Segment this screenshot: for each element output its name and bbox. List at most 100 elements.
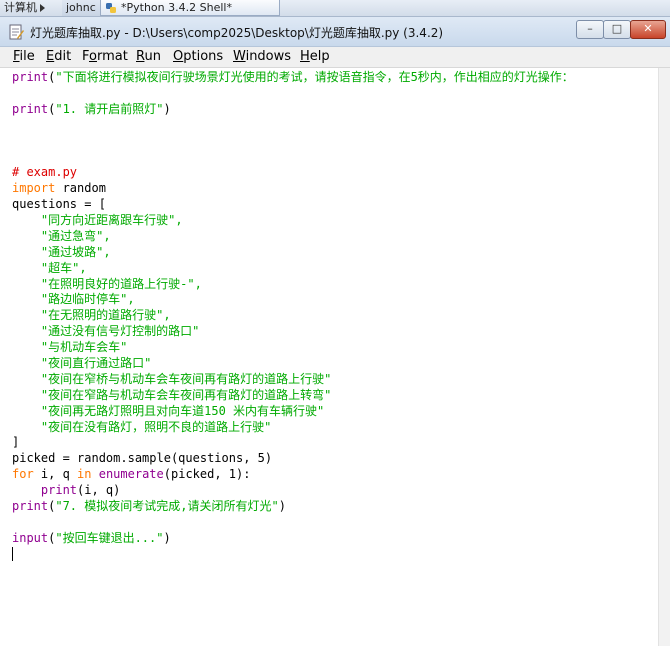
text-cursor xyxy=(12,547,13,562)
code-token-indent xyxy=(12,308,41,322)
questions-list: "同方向近距离跟车行驶", "通过急弯", "通过坡路", "超车", "在照明… xyxy=(12,213,574,435)
menu-format[interactable]: Format xyxy=(82,49,128,64)
code-line: print("7. 模拟夜间考试完成,请关闭所有灯光") xyxy=(12,499,574,515)
window-title: 灯光题库抽取.py - D:\Users\comp2025\Desktop\灯光… xyxy=(30,26,444,40)
question-line: "通过坡路", xyxy=(12,245,574,261)
code-token: (picked, 1): xyxy=(163,467,251,482)
minimize-button[interactable]: – xyxy=(576,20,604,39)
code-token: i, q xyxy=(33,467,78,482)
menu-run[interactable]: Run xyxy=(136,49,161,64)
menu-windows-label: indows xyxy=(245,49,292,64)
code-token-indent xyxy=(12,213,41,227)
code-token-indent xyxy=(12,483,41,497)
menu-help[interactable]: Help xyxy=(300,49,330,64)
code-token-keyword: for xyxy=(12,467,34,482)
taskbar: 计算机 johnc *Python 3.4.2 Shell* xyxy=(0,0,670,17)
question-line: "夜间在窄桥与机动车会车夜间再有路灯的道路上行驶" xyxy=(12,372,574,388)
code-token-string: "1. 请开启前照灯" xyxy=(55,101,164,116)
code-text[interactable]: print("下面将进行模拟夜间行驶场景灯光使用的考试，请按语音指令，在5秒内，… xyxy=(12,70,574,563)
code-token: ) xyxy=(278,499,286,514)
question-line: "夜间再无路灯照明且对向车道150 米内有车辆行驶" xyxy=(12,404,574,420)
code-token-builtin: input xyxy=(12,530,49,545)
code-line: import random xyxy=(12,181,574,197)
question-line: "通过急弯", xyxy=(12,229,574,245)
code-token-string: "通过急弯", xyxy=(40,228,111,243)
menu-file-label: ile xyxy=(19,49,35,64)
code-token-string: "同方向近距离跟车行驶", xyxy=(40,213,183,228)
file-edit-icon xyxy=(9,24,24,40)
menu-format-prefix: F xyxy=(82,49,90,64)
code-line: questions = [ xyxy=(12,197,106,212)
menu-options[interactable]: Options xyxy=(173,49,223,64)
menu-edit-mnemonic: E xyxy=(46,49,55,64)
menu-windows[interactable]: Windows xyxy=(233,49,291,64)
code-line: # exam.py xyxy=(12,165,574,181)
vertical-scrollbar[interactable] xyxy=(658,68,670,646)
code-token-indent xyxy=(12,356,41,370)
code-line: picked = random.sample(questions, 5) xyxy=(12,451,273,466)
question-line: "夜间在窄路与机动车会车夜间再有路灯的道路上转弯" xyxy=(12,388,574,404)
code-token-string: "通过没有信号灯控制的路口" xyxy=(40,324,200,339)
question-line: "通过没有信号灯控制的路口" xyxy=(12,324,574,340)
code-token-builtin: print xyxy=(12,101,49,116)
code-token-comment: # exam.py xyxy=(12,165,78,180)
code-token-string: "按回车键退出..." xyxy=(55,530,164,545)
code-token-keyword: import xyxy=(12,181,56,196)
code-line-cursor xyxy=(12,547,574,563)
maximize-button[interactable]: □ xyxy=(603,20,631,39)
code-token-builtin: print xyxy=(12,499,49,514)
code-line: for i, q in enumerate(picked, 1): xyxy=(12,467,574,483)
close-button[interactable]: ✕ xyxy=(630,20,666,39)
code-token-string: "夜间直行通过路口" xyxy=(40,356,152,371)
python-icon xyxy=(106,3,116,13)
menu-bar: File Edit Format Run Options Windows Hel… xyxy=(0,47,670,68)
question-line: "在无照明的道路行驶", xyxy=(12,308,574,324)
code-token-string: "与机动车会车" xyxy=(40,340,128,355)
code-token-string: "夜间在窄桥与机动车会车夜间再有路灯的道路上行驶" xyxy=(40,371,332,386)
code-token: random xyxy=(55,181,106,196)
taskbar-item-python-shell-label: *Python 3.4.2 Shell* xyxy=(121,1,232,14)
menu-options-label: ptions xyxy=(183,49,224,64)
code-token-string: "7. 模拟夜间考试完成,请关闭所有灯光" xyxy=(55,499,279,514)
code-editor[interactable]: print("下面将进行模拟夜间行驶场景灯光使用的考试，请按语音指令，在5秒内，… xyxy=(0,68,658,646)
code-token-string: "在无照明的道路行驶", xyxy=(40,308,171,323)
code-line: print(i, q) xyxy=(12,483,574,499)
code-token-keyword: in xyxy=(77,467,92,482)
menu-file[interactable]: File xyxy=(13,49,35,64)
menu-windows-mnemonic: W xyxy=(233,49,246,64)
code-token-indent xyxy=(12,277,41,291)
code-token-string: "夜间再无路灯照明且对向车道150 米内有车辆行驶" xyxy=(40,403,325,418)
code-token-indent xyxy=(12,372,41,386)
code-token-builtin: enumerate xyxy=(98,467,164,482)
menu-help-label: elp xyxy=(309,49,330,64)
code-token-string: "夜间在窄路与机动车会车夜间再有路灯的道路上转弯" xyxy=(40,387,332,402)
taskbar-item-python-shell[interactable]: *Python 3.4.2 Shell* xyxy=(100,0,280,16)
breadcrumb-arrow-icon xyxy=(40,4,45,12)
code-token-indent xyxy=(12,261,41,275)
question-line: "与机动车会车" xyxy=(12,340,574,356)
code-token-indent xyxy=(12,245,41,259)
taskbar-item-folder[interactable]: johnc xyxy=(62,0,104,16)
code-token-indent xyxy=(12,324,41,338)
question-line: "同方向近距离跟车行驶", xyxy=(12,213,574,229)
code-line: print("下面将进行模拟夜间行驶场景灯光使用的考试，请按语音指令，在5秒内，… xyxy=(12,70,574,86)
menu-help-mnemonic: H xyxy=(300,49,310,64)
code-token-builtin: print xyxy=(12,70,49,84)
taskbar-item-computer[interactable]: 计算机 xyxy=(0,0,64,16)
window-titlebar[interactable]: 灯光题库抽取.py - D:\Users\comp2025\Desktop\灯光… xyxy=(0,17,670,47)
code-token-string: "通过坡路", xyxy=(40,244,111,259)
code-token-string: "下面将进行模拟夜间行驶场景灯光使用的考试，请按语音指令，在5秒内，作出相应的灯… xyxy=(55,70,574,84)
taskbar-item-computer-label: 计算机 xyxy=(4,1,37,14)
menu-format-mnemonic: o xyxy=(89,49,97,64)
menu-edit[interactable]: Edit xyxy=(46,49,71,64)
question-line: "夜间直行通过路口" xyxy=(12,356,574,372)
menu-run-label: un xyxy=(144,49,161,64)
code-token-builtin: print xyxy=(40,483,78,498)
code-token: (i, q) xyxy=(77,483,121,498)
